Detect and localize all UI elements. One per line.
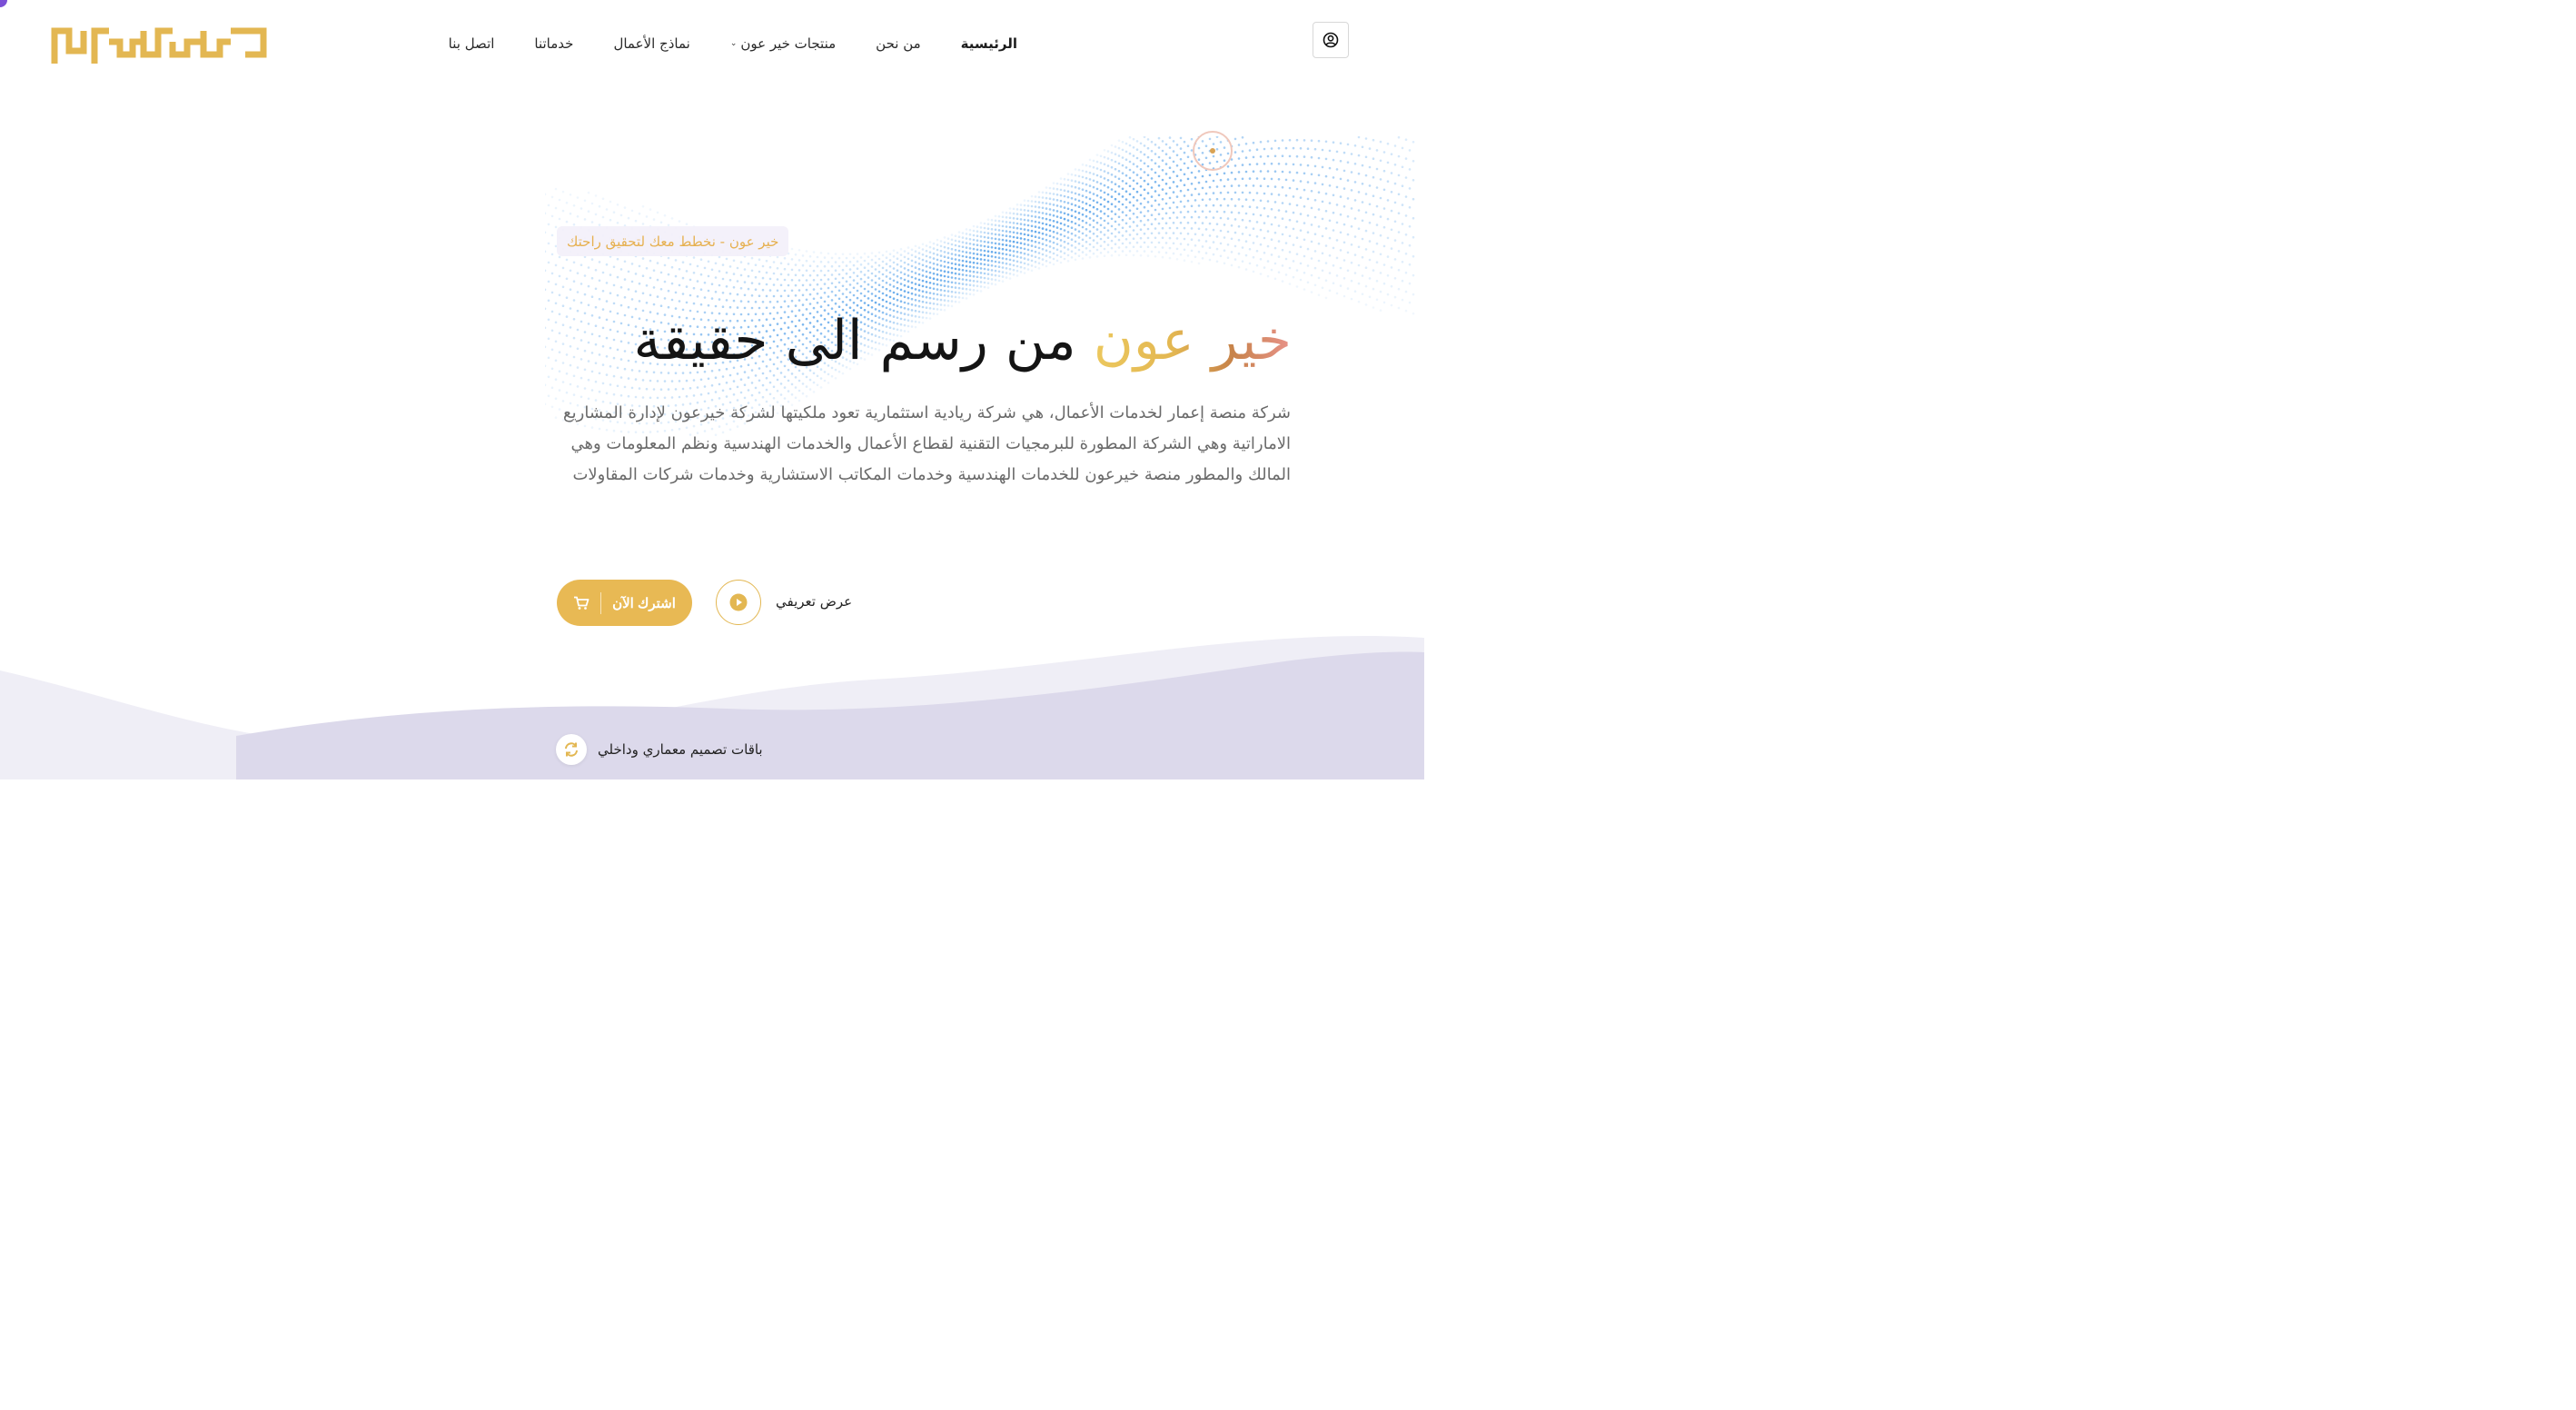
refresh-icon bbox=[565, 742, 578, 757]
package-item[interactable]: باقات تصميم معماري وداخلي bbox=[556, 734, 763, 765]
user-circle-icon bbox=[1323, 32, 1339, 48]
nav-services-label: خدماتنا bbox=[534, 35, 574, 52]
hero-title-rest: من رسم الى حقيقة bbox=[633, 309, 1094, 372]
subscribe-button[interactable]: اشترك الآن bbox=[557, 580, 692, 626]
nav-about-label: من نحن bbox=[876, 35, 921, 52]
nav-item-services[interactable]: خدماتنا bbox=[534, 35, 573, 52]
nav-contact-label: اتصل بنا bbox=[448, 35, 495, 52]
subscribe-label: اشترك الآن bbox=[612, 595, 676, 611]
nav-item-about[interactable]: من نحن bbox=[876, 35, 921, 52]
hero-description: شركة منصة إعمار لخدمات الأعمال، هي شركة … bbox=[563, 403, 1291, 484]
ring-dot bbox=[1210, 148, 1215, 154]
hero-title-brand: خير عون bbox=[1093, 309, 1292, 372]
nav-item-business-models[interactable]: نماذج الأعمال bbox=[613, 35, 689, 52]
video-play-button[interactable] bbox=[716, 580, 761, 625]
package-icon-wrap bbox=[556, 734, 587, 765]
cart-icon bbox=[574, 596, 590, 610]
nav-products-label: منتجات خير عون bbox=[740, 35, 837, 52]
nav-item-products[interactable]: منتجات خير عون ⌄ bbox=[730, 35, 836, 52]
play-icon bbox=[729, 593, 748, 611]
video-intro-link[interactable]: عرض تعريفي bbox=[776, 593, 852, 610]
package-label: باقات تصميم معماري وداخلي bbox=[598, 741, 763, 758]
nav-business-models-label: نماذج الأعمال bbox=[613, 35, 690, 52]
site-header: الرئيسية من نحن منتجات خير عون ⌄ نماذج ال… bbox=[0, 0, 1424, 87]
button-divider bbox=[600, 591, 602, 614]
brand-logo[interactable] bbox=[51, 24, 267, 64]
nav-item-contact[interactable]: اتصل بنا bbox=[449, 35, 495, 52]
main-nav: الرئيسية من نحن منتجات خير عون ⌄ نماذج ال… bbox=[427, 33, 1017, 55]
hero-tagline: خير عون - نخطط معك لتحقيق راحتك bbox=[557, 226, 789, 256]
hero-cta-group: اشترك الآن عرض تعريفي bbox=[557, 580, 857, 627]
nav-item-home[interactable]: الرئيسية bbox=[961, 35, 1017, 52]
dot-wave-decoration bbox=[545, 136, 1415, 436]
decorative-ring bbox=[1193, 131, 1233, 171]
chevron-down-icon: ⌄ bbox=[729, 39, 738, 48]
hero-title: خير عون من رسم الى حقيقة bbox=[633, 302, 1292, 383]
nav-home-label: الرئيسية bbox=[960, 35, 1017, 52]
user-account-button[interactable] bbox=[1313, 22, 1349, 58]
